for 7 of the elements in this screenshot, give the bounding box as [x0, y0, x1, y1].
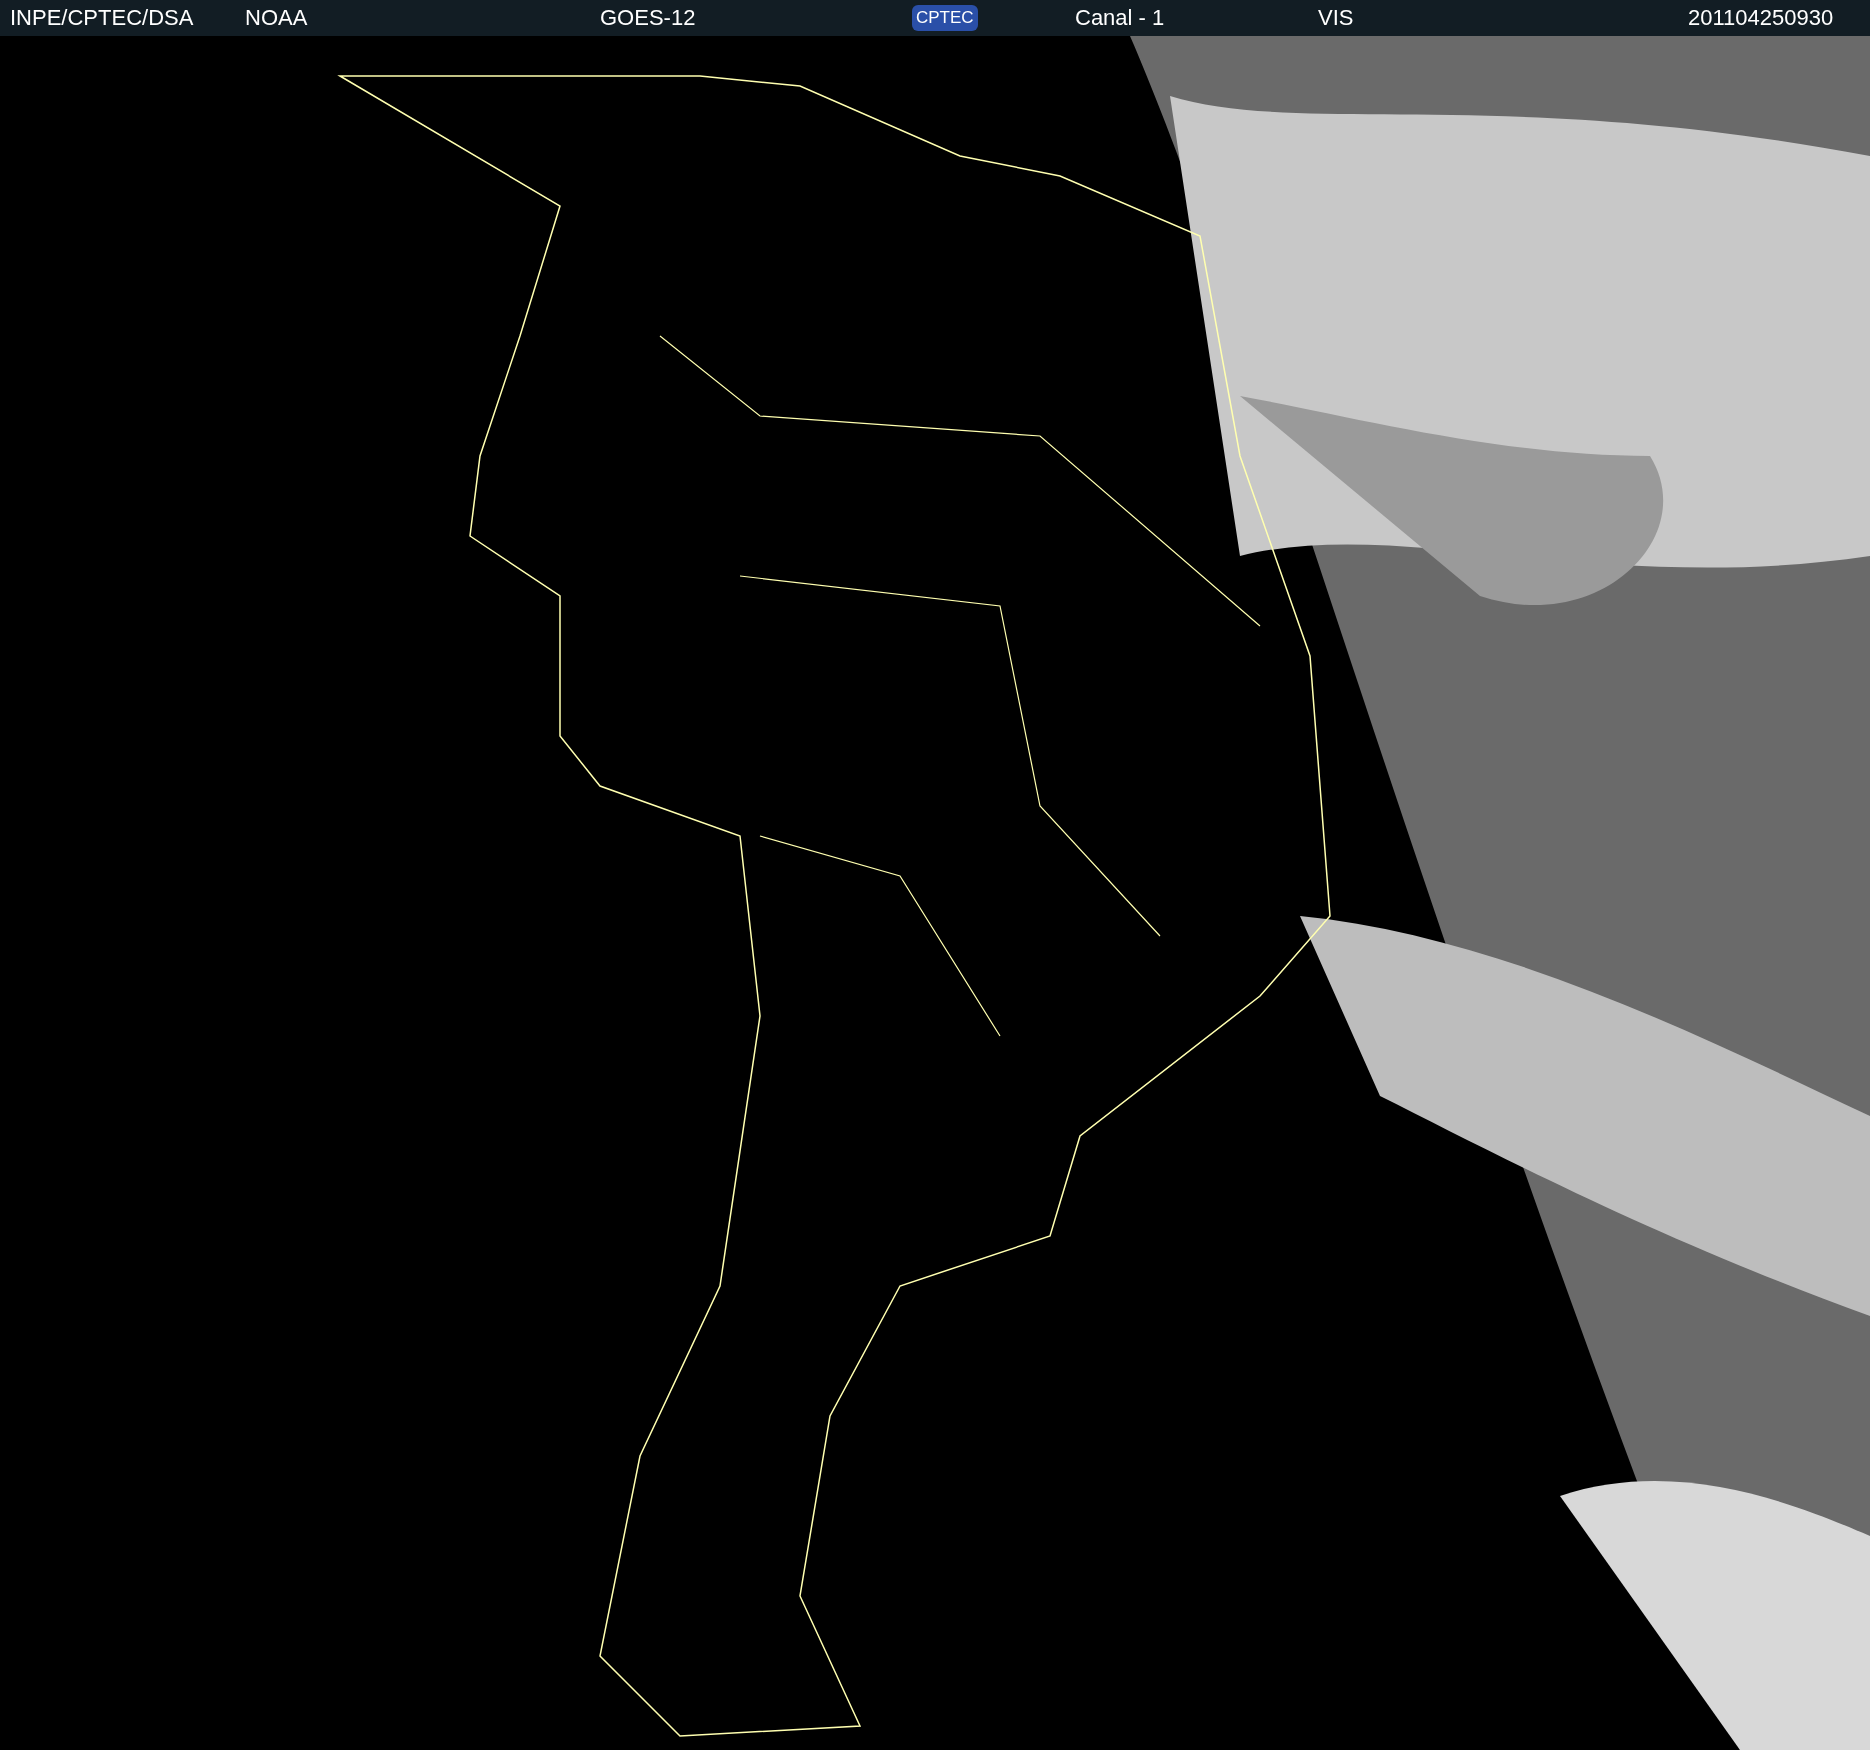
header-label: GOES-12 [600, 5, 696, 31]
logo: CPTEC [912, 5, 978, 31]
header-label: NOAA [245, 5, 308, 31]
header-label: 201104250930 [1688, 5, 1834, 31]
header-label: VIS [1318, 5, 1354, 31]
header-label: Canal - 1 [1075, 5, 1165, 31]
header-label: INPE/CPTEC/DSA [10, 5, 194, 31]
